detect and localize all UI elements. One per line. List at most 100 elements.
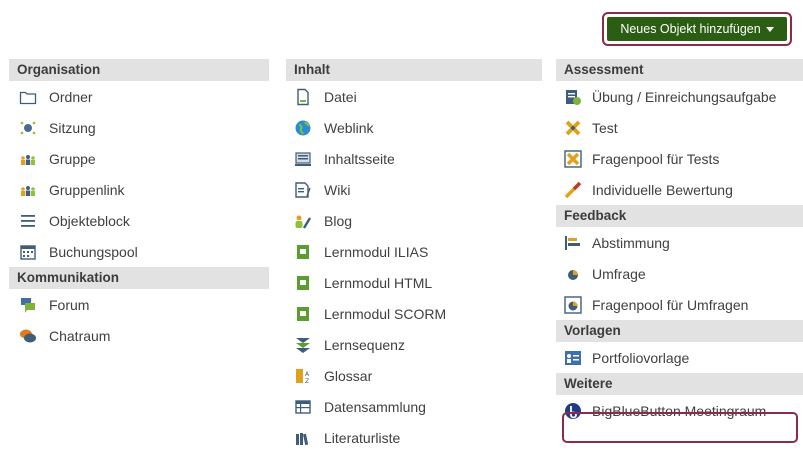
section-header-feedback: Feedback [556, 205, 803, 227]
session-icon [19, 119, 37, 137]
item-group-icon [19, 212, 37, 230]
menu-item-label: Übung / Einreichungsaufgabe [592, 88, 777, 105]
menu-item-inhaltsseite[interactable]: Inhaltsseite [286, 143, 542, 174]
section-header-weitere: Weitere [556, 373, 803, 395]
portfolio-template-icon [564, 349, 582, 367]
menu-item-label: Fragenpool für Tests [592, 150, 720, 167]
menu-item-label: Gruppe [49, 150, 96, 167]
menu-item-abstimmung[interactable]: Abstimmung [556, 227, 803, 258]
menu-item-individuelle-bewertung[interactable]: Individuelle Bewertung [556, 174, 803, 205]
menu-item-portfoliovorlage[interactable]: Portfoliovorlage [556, 342, 803, 373]
section-header-organisation: Organisation [9, 59, 269, 81]
menu-item-literaturliste[interactable]: Literaturliste [286, 422, 542, 453]
column-assessment-feedback: Assessment Übung / Einreichungsaufgabe T… [556, 59, 803, 426]
survey-pool-icon [564, 295, 582, 314]
file-icon [294, 88, 312, 106]
section-header-vorlagen: Vorlagen [556, 320, 803, 342]
menu-item-label: Lernmodul HTML [324, 274, 433, 291]
menu-item-lernmodul-ilias[interactable]: Lernmodul ILIAS [286, 236, 542, 267]
menu-item-forum[interactable]: Forum [9, 289, 269, 320]
column-inhalt: Inhalt Datei Weblink Inhaltsseite Wiki B… [286, 59, 542, 453]
add-new-object-button[interactable]: Neues Objekt hinzufügen [602, 12, 792, 46]
menu-item-glossar[interactable]: AZ Glossar [286, 360, 542, 391]
menu-item-label: Literaturliste [324, 429, 401, 446]
menu-item-label: Blog [324, 212, 353, 229]
column-organisation-kommunikation: Organisation Ordner Sitzung Gruppe Grupp… [9, 59, 269, 351]
chat-icon [19, 327, 37, 345]
menu-item-objekteblock[interactable]: Objekteblock [9, 205, 269, 236]
menu-item-chatraum[interactable]: Chatraum [9, 320, 269, 351]
menu-item-uebung[interactable]: Übung / Einreichungsaufgabe [556, 81, 803, 112]
menu-item-label: Portfoliovorlage [592, 349, 690, 366]
menu-item-label: Chatraum [49, 327, 111, 344]
test-icon [564, 119, 582, 137]
menu-item-weblink[interactable]: Weblink [286, 112, 542, 143]
menu-item-label: Forum [49, 296, 90, 313]
menu-item-label: Lernsequenz [324, 336, 405, 353]
menu-item-lernsequenz[interactable]: Lernsequenz [286, 329, 542, 360]
menu-item-label: BigBlueButton Meetingraum [592, 402, 767, 419]
caret-down-icon [765, 27, 774, 32]
calendar-icon [19, 243, 37, 261]
menu-item-buchungspool[interactable]: Buchungspool [9, 236, 269, 267]
svg-text:A: A [305, 371, 310, 378]
learning-module-icon [294, 243, 312, 261]
menu-item-label: Objekteblock [49, 212, 130, 229]
menu-item-umfrage[interactable]: Umfrage [556, 258, 803, 289]
menu-item-label: Sitzung [49, 119, 96, 136]
menu-item-label: Datensammlung [324, 398, 426, 415]
question-pool-icon [564, 149, 582, 168]
svg-text:Z: Z [305, 378, 309, 385]
menu-item-gruppenlink[interactable]: Gruppenlink [9, 174, 269, 205]
menu-item-label: Individuelle Bewertung [592, 181, 733, 198]
menu-item-lernmodul-html[interactable]: Lernmodul HTML [286, 267, 542, 298]
group-icon [19, 150, 37, 168]
menu-item-ordner[interactable]: Ordner [9, 81, 269, 112]
menu-item-label: Datei [324, 88, 357, 105]
menu-item-test[interactable]: Test [556, 112, 803, 143]
learning-module-icon [294, 274, 312, 292]
poll-icon [564, 234, 582, 252]
menu-item-wiki[interactable]: Wiki [286, 174, 542, 205]
section-header-assessment: Assessment [556, 59, 803, 81]
menu-item-label: Inhaltsseite [324, 150, 395, 167]
individual-assessment-icon [564, 181, 582, 199]
section-header-kommunikation: Kommunikation [9, 267, 269, 289]
menu-item-label: Glossar [324, 367, 373, 384]
forum-icon [19, 296, 37, 314]
menu-item-datei[interactable]: Datei [286, 81, 542, 112]
menu-item-label: Lernmodul ILIAS [324, 243, 429, 260]
menu-item-label: Lernmodul SCORM [324, 305, 447, 322]
menu-item-lernmodul-scorm[interactable]: Lernmodul SCORM [286, 298, 542, 329]
wiki-icon [294, 181, 312, 199]
learning-module-icon [294, 305, 312, 323]
menu-item-label: Test [592, 119, 618, 136]
add-new-object-inner[interactable]: Neues Objekt hinzufügen [607, 17, 787, 41]
menu-item-label: Abstimmung [592, 234, 670, 251]
menu-item-label: Fragenpool für Umfragen [592, 296, 749, 313]
group-link-icon [19, 181, 37, 199]
data-collection-icon [294, 398, 312, 416]
menu-item-label: Umfrage [592, 265, 646, 282]
menu-item-label: Gruppenlink [49, 181, 125, 198]
menu-item-label: Weblink [324, 119, 374, 136]
menu-item-label: Buchungspool [49, 243, 138, 260]
exercise-icon [564, 88, 582, 106]
survey-icon [564, 265, 582, 283]
folder-icon [19, 88, 37, 106]
menu-item-fragenpool-tests[interactable]: Fragenpool für Tests [556, 143, 803, 174]
menu-item-blog[interactable]: Blog [286, 205, 542, 236]
menu-item-datensammlung[interactable]: Datensammlung [286, 391, 542, 422]
glossary-icon: AZ [294, 367, 312, 385]
bigbluebutton-icon [564, 402, 582, 420]
globe-icon [294, 119, 312, 137]
menu-item-label: Ordner [49, 88, 93, 105]
menu-item-bigbluebutton[interactable]: BigBlueButton Meetingraum [556, 395, 803, 426]
menu-item-sitzung[interactable]: Sitzung [9, 112, 269, 143]
menu-item-fragenpool-umfragen[interactable]: Fragenpool für Umfragen [556, 289, 803, 320]
blog-icon [294, 212, 312, 230]
add-new-object-label: Neues Objekt hinzufügen [620, 22, 761, 36]
learning-sequence-icon [294, 336, 312, 354]
menu-item-gruppe[interactable]: Gruppe [9, 143, 269, 174]
menu-item-label: Wiki [324, 181, 351, 198]
